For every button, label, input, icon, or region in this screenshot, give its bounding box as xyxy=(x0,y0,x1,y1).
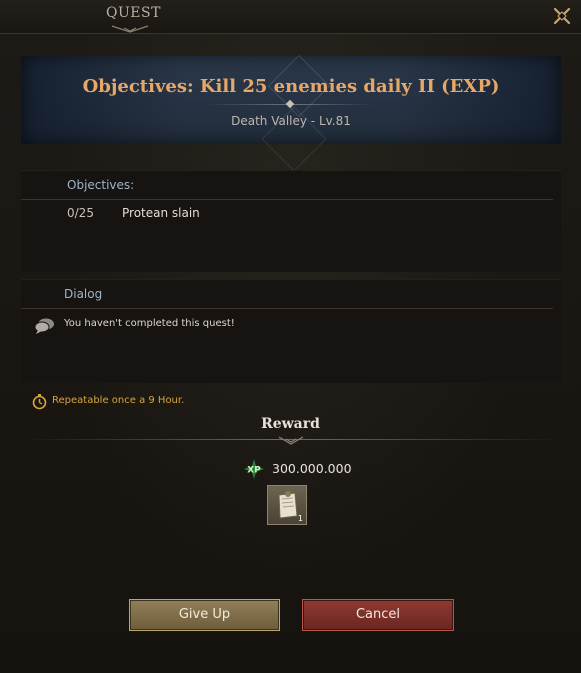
close-button[interactable] xyxy=(551,5,573,27)
close-icon xyxy=(553,7,571,25)
speech-bubble-icon xyxy=(34,318,54,334)
xp-icon: XP xyxy=(244,459,264,479)
title-ornament-icon xyxy=(111,25,149,33)
reward-item-quantity: 1 xyxy=(297,514,303,523)
objectives-header-label: Objectives: xyxy=(67,178,135,192)
objective-text: Protean slain xyxy=(122,206,200,220)
reward-ornament-icon xyxy=(278,436,304,445)
window-title: QUEST xyxy=(106,5,161,21)
reward-title: Reward xyxy=(261,416,320,432)
objectives-header: Objectives: xyxy=(21,171,553,200)
reward-item-slot[interactable]: 1 xyxy=(267,485,307,525)
xp-amount: 300.000.000 xyxy=(272,461,352,476)
objectives-panel: Objectives: 0/25 Protean slain xyxy=(21,170,561,272)
quest-banner: Objectives: Kill 25 enemies daily II (EX… xyxy=(21,54,561,172)
quest-title: Objectives: Kill 25 enemies daily II (EX… xyxy=(82,76,500,97)
dialog-header-label: Dialog xyxy=(64,287,103,301)
dialog-panel: Dialog You haven't completed this quest! xyxy=(21,279,561,383)
repeatable-text: Repeatable once a 9 Hour. xyxy=(52,395,185,406)
quest-location: Death Valley - Lv.81 xyxy=(231,114,351,128)
cancel-button[interactable]: Cancel xyxy=(302,599,454,631)
dialog-text: You haven't completed this quest! xyxy=(64,318,235,329)
quest-window: QUEST Objectives: Kill 25 enemies daily … xyxy=(0,0,581,673)
dialog-header: Dialog xyxy=(21,280,553,309)
stopwatch-icon xyxy=(32,394,47,410)
give-up-button[interactable]: Give Up xyxy=(129,599,280,631)
title-bar: QUEST xyxy=(0,0,581,34)
xp-label: XP xyxy=(247,466,261,476)
objective-progress: 0/25 xyxy=(67,206,94,220)
